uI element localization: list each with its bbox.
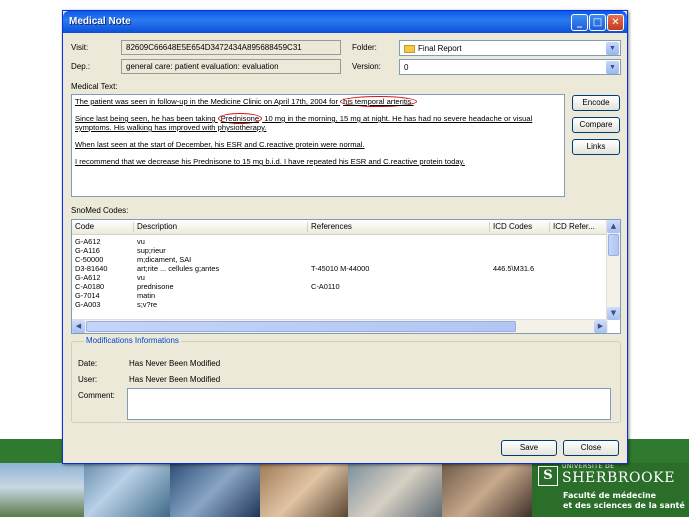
- horizontal-scrollbar[interactable]: ◀ ▶: [72, 319, 608, 333]
- horizontal-scroll-thumb[interactable]: [86, 321, 516, 332]
- window-title: Medical Note: [69, 16, 131, 27]
- cell-references: C-A0110: [311, 282, 340, 291]
- table-row[interactable]: G-A116 sup;rieur: [72, 246, 608, 255]
- table-row[interactable]: G-A612 vu: [72, 237, 608, 246]
- folder-label: Folder:: [352, 43, 377, 52]
- cell-description: vu: [137, 273, 145, 282]
- cell-references: T-45010 M-44000: [311, 264, 370, 273]
- scroll-down-icon[interactable]: ▼: [607, 307, 620, 320]
- medical-note-window: Medical Note _ □ ✕ Visit: 82609C66648E5E…: [62, 10, 628, 464]
- medical-paragraph-2: Since last being seen, he has been takin…: [75, 113, 533, 132]
- table-row[interactable]: G-A003 s;v?re: [72, 300, 608, 309]
- cell-description: sup;rieur: [137, 246, 166, 255]
- scroll-up-icon[interactable]: ▲: [607, 220, 620, 233]
- photo-students: [260, 463, 348, 517]
- table-row[interactable]: D3-81640 art;rite ... cellules g;antes T-4…: [72, 264, 608, 273]
- photo-doctor: [170, 463, 260, 517]
- dep-label: Dep.:: [71, 62, 91, 71]
- table-row[interactable]: C-50000 m;dicament, SAI: [72, 255, 608, 264]
- vertical-scroll-thumb[interactable]: [608, 234, 619, 256]
- date-value: Has Never Been Modified: [129, 359, 221, 368]
- photo-building: [0, 463, 84, 517]
- version-label: Version:: [352, 62, 381, 71]
- table-row[interactable]: G-7014 matin: [72, 291, 608, 300]
- snomed-table-header: Code Description References ICD Codes IC…: [72, 220, 608, 235]
- scroll-left-icon[interactable]: ◀: [72, 320, 85, 333]
- compare-button[interactable]: Compare: [572, 117, 620, 133]
- version-select[interactable]: 0 ▼: [399, 59, 621, 75]
- university-logo-icon: S: [538, 466, 558, 486]
- title-bar[interactable]: Medical Note _ □ ✕: [63, 11, 627, 33]
- cell-code: G-A612: [75, 273, 101, 282]
- links-button[interactable]: Links: [572, 139, 620, 155]
- photo-group: [442, 463, 532, 517]
- cell-description: vu: [137, 237, 145, 246]
- visit-field: 82609C66648E5E654D3472434A895688459C31: [121, 40, 341, 55]
- vertical-scrollbar[interactable]: ▲ ▼: [606, 220, 620, 320]
- photo-strip: [0, 463, 532, 517]
- dep-field: general care: patient evaluation: evalua…: [121, 59, 341, 74]
- cell-description: s;v?re: [137, 300, 158, 309]
- modifications-title: Modifications Informations: [84, 336, 181, 345]
- column-code[interactable]: Code: [72, 222, 134, 232]
- date-label: Date:: [78, 359, 98, 368]
- version-value: 0: [404, 63, 409, 72]
- comment-label: Comment:: [78, 391, 115, 400]
- university-name: SHERBROOKE: [562, 470, 676, 486]
- photo-patient: [348, 463, 442, 517]
- column-description[interactable]: Description: [134, 222, 308, 232]
- snomed-table[interactable]: Code Description References ICD Codes IC…: [71, 219, 621, 334]
- cell-code: G-7014: [75, 291, 100, 300]
- chevron-down-icon[interactable]: ▼: [606, 42, 619, 55]
- medical-paragraph-3: When last seen at the start of December,…: [75, 140, 365, 149]
- encode-button[interactable]: Encode: [572, 95, 620, 111]
- university-prefix: UNIVERSITÉ DE: [562, 463, 615, 470]
- table-row[interactable]: C-A0180 prednisone C-A0110: [72, 282, 608, 291]
- minimize-button[interactable]: _: [571, 14, 588, 31]
- cell-description: matin: [137, 291, 156, 300]
- cell-code: C-A0180: [75, 282, 105, 291]
- close-window-button[interactable]: ✕: [607, 14, 624, 31]
- cell-description: art;rite ... cellules g;antes: [137, 264, 220, 273]
- cell-code: D3-81640: [75, 264, 108, 273]
- medical-text-label: Medical Text:: [71, 82, 118, 91]
- cell-code: C-50000: [75, 255, 104, 264]
- cell-description: prednisone: [137, 282, 174, 291]
- folder-value: Final Report: [418, 44, 462, 53]
- folder-select[interactable]: Final Report ▼: [399, 40, 621, 56]
- cell-code: G-A003: [75, 300, 101, 309]
- faculty-line-1: Faculté de médecine: [563, 491, 657, 500]
- folder-icon: [404, 44, 415, 53]
- table-row[interactable]: G-A612 vu: [72, 273, 608, 282]
- cell-code: G-A612: [75, 237, 101, 246]
- close-button[interactable]: Close: [563, 440, 619, 456]
- medical-paragraph-4: I recommend that we decrease his Prednis…: [75, 157, 465, 166]
- medical-text-area[interactable]: The patient was seen in follow-up in the…: [71, 94, 565, 197]
- comment-input[interactable]: [127, 388, 611, 420]
- cell-icd-code: 446.5\M31.6: [493, 264, 535, 273]
- highlight-temporal-arteritis: his temporal arteritis.: [340, 96, 417, 107]
- scroll-right-icon[interactable]: ▶: [594, 320, 607, 333]
- visit-label: Visit:: [71, 43, 89, 52]
- cell-code: G-A116: [75, 246, 100, 255]
- chevron-down-icon[interactable]: ▼: [606, 61, 619, 74]
- medical-paragraph-1: The patient was seen in follow-up in the…: [75, 96, 561, 107]
- photo-surgery: [84, 463, 170, 517]
- column-icd-codes[interactable]: ICD Codes: [490, 222, 550, 232]
- user-value: Has Never Been Modified: [129, 375, 221, 384]
- column-icd-refer[interactable]: ICD Refer...: [550, 222, 608, 232]
- maximize-button[interactable]: □: [589, 14, 606, 31]
- save-button[interactable]: Save: [501, 440, 557, 456]
- column-references[interactable]: References: [308, 222, 490, 232]
- snomed-label: SnoMed Codes:: [71, 206, 129, 215]
- cell-description: m;dicament, SAI: [137, 255, 192, 264]
- user-label: User:: [78, 375, 98, 384]
- faculty-line-2: et des sciences de la santé: [563, 501, 685, 510]
